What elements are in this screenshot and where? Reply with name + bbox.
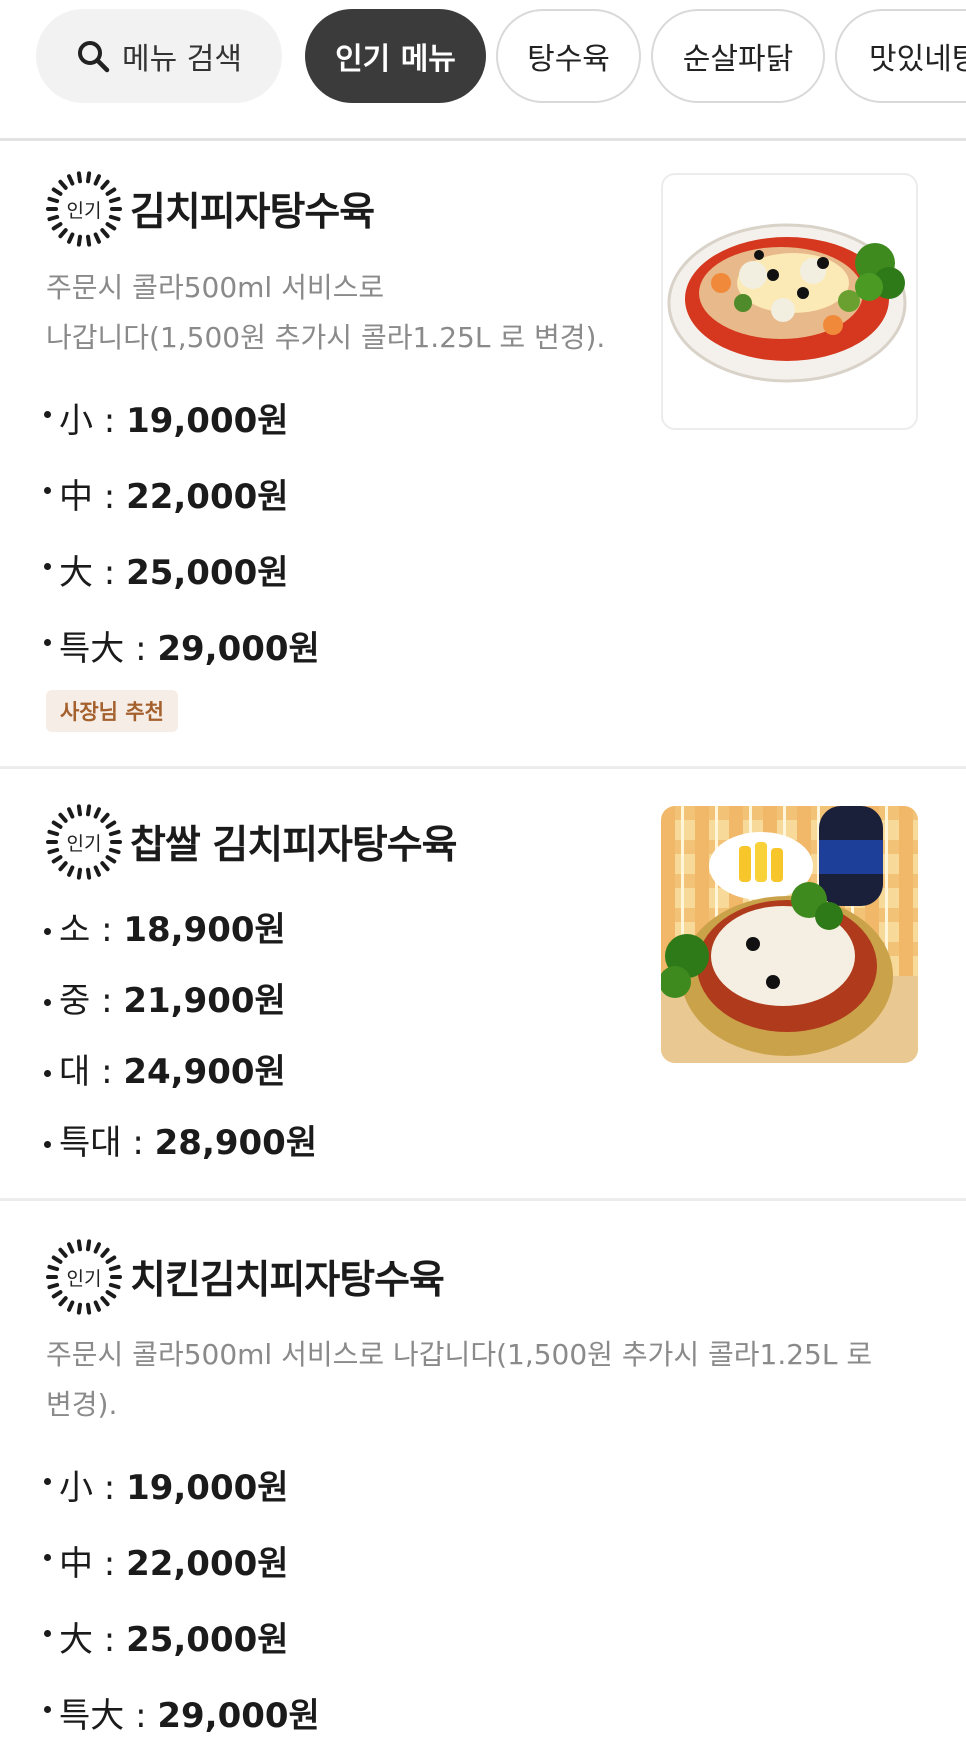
price-value: 25,000원 — [126, 1620, 289, 1660]
menu-item-title-row: 인기 김치피자탕수육 — [46, 171, 375, 247]
price-row: 小 : 19,000원 — [44, 1460, 289, 1509]
size-label: 中 : — [59, 477, 127, 517]
menu-item[interactable]: 인기 김치피자탕수육 주문시 콜라500ml 서비스로 나갑니다(1,500원 … — [0, 141, 966, 769]
size-label: 小 : — [59, 1468, 127, 1508]
menu-item-photo[interactable] — [661, 173, 918, 430]
size-label: 小 : — [59, 401, 127, 441]
price-row: 특大 : 29,000원 — [44, 1688, 320, 1737]
price-row: 大 : 25,000원 — [44, 545, 289, 594]
price-row: 中 : 22,000원 — [44, 1536, 289, 1585]
bullet-icon — [44, 1070, 51, 1077]
bullet-icon — [44, 563, 51, 570]
price-value: 22,000원 — [126, 477, 289, 517]
size-label: 大 : — [59, 553, 127, 593]
bullet-icon — [44, 1478, 51, 1485]
price-value: 28,900원 — [154, 1123, 318, 1163]
menu-item-description: 주문시 콜라500ml 서비스로 나갑니다(1,500원 추가시 콜라1.25L… — [46, 263, 605, 363]
size-label: 특대 : — [59, 1123, 155, 1163]
food-photo-icon — [667, 223, 907, 383]
price-value: 21,900원 — [123, 981, 286, 1021]
bullet-icon — [44, 928, 51, 935]
menu-search-button[interactable]: 메뉴 검색 — [36, 9, 282, 103]
size-label: 특大 : — [59, 629, 158, 669]
bullet-icon — [44, 639, 51, 646]
popular-badge: 인기 — [46, 171, 122, 247]
owner-recommend-tag: 사장님 추천 — [46, 690, 178, 732]
description-line: 변경). — [46, 1388, 118, 1421]
price-value: 22,000원 — [126, 1544, 289, 1584]
price-row: 특대 : 28,900원 — [44, 1115, 317, 1164]
price-row: 大 : 25,000원 — [44, 1612, 289, 1661]
menu-item-photo[interactable] — [661, 806, 918, 1063]
menu-item-name: 김치피자탕수육 — [130, 190, 375, 235]
description-line: 나갑니다(1,500원 추가시 콜라1.25L 로 변경). — [46, 321, 606, 354]
menu-item[interactable]: 인기 치킨김치피자탕수육 주문시 콜라500ml 서비스로 나갑니다(1,500… — [0, 1204, 966, 1757]
tab-boneless-padak[interactable]: 순살파닭 — [651, 9, 825, 103]
size-label: 大 : — [59, 1620, 127, 1660]
size-label: 대 : — [59, 1052, 124, 1092]
size-label: 中 : — [59, 1544, 127, 1584]
menu-item-title-row: 인기 치킨김치피자탕수육 — [46, 1239, 445, 1315]
price-value: 19,000원 — [126, 1468, 289, 1508]
bullet-icon — [44, 1706, 51, 1713]
popular-badge-label: 인기 — [66, 199, 102, 222]
price-row: 대 : 24,900원 — [44, 1044, 286, 1093]
price-value: 29,000원 — [157, 1696, 320, 1736]
price-value: 19,000원 — [126, 401, 289, 441]
tab-tangsuyuk[interactable]: 탕수육 — [496, 9, 641, 103]
search-icon — [78, 41, 110, 73]
price-value: 25,000원 — [126, 553, 289, 593]
bullet-icon — [44, 1630, 51, 1637]
size-label: 특大 : — [59, 1696, 158, 1736]
price-row: 중 : 21,900원 — [44, 973, 286, 1022]
price-value: 24,900원 — [123, 1052, 286, 1092]
price-row: 소 : 18,900원 — [44, 902, 286, 951]
bullet-icon — [44, 487, 51, 494]
popular-badge-label: 인기 — [66, 832, 102, 855]
price-row: 中 : 22,000원 — [44, 469, 289, 518]
menu-item[interactable]: 인기 찹쌀 김치피자탕수육 소 : 18,900원 중 : 21,900원 대 … — [0, 772, 966, 1201]
description-line: 주문시 콜라500ml 서비스로 — [46, 271, 385, 304]
price-row: 특大 : 29,000원 — [44, 621, 320, 670]
tab-popular-menu[interactable]: 인기 메뉴 — [305, 9, 486, 103]
menu-item-name: 찹쌀 김치피자탕수육 — [130, 823, 457, 868]
bullet-icon — [44, 999, 51, 1006]
tab-masinnetang[interactable]: 맛있네탕 — [835, 9, 966, 103]
size-label: 중 : — [59, 981, 124, 1021]
bullet-icon — [44, 1141, 51, 1148]
menu-item-title-row: 인기 찹쌀 김치피자탕수육 — [46, 804, 457, 880]
price-value: 18,900원 — [123, 910, 286, 950]
bullet-icon — [44, 1554, 51, 1561]
popular-badge: 인기 — [46, 1239, 122, 1315]
menu-item-description: 주문시 콜라500ml 서비스로 나갑니다(1,500원 추가시 콜라1.25L… — [46, 1330, 872, 1430]
category-bar: 메뉴 검색 인기 메뉴 탕수육 순살파닭 맛있네탕 — [0, 0, 966, 141]
description-line: 주문시 콜라500ml 서비스로 나갑니다(1,500원 추가시 콜라1.25L… — [46, 1338, 873, 1371]
food-photo-icon — [661, 806, 918, 1063]
size-label: 소 : — [59, 910, 124, 950]
price-value: 29,000원 — [157, 629, 320, 669]
menu-search-label: 메뉴 검색 — [122, 42, 242, 77]
bullet-icon — [44, 411, 51, 418]
menu-item-name: 치킨김치피자탕수육 — [130, 1258, 445, 1303]
popular-badge-label: 인기 — [66, 1267, 102, 1290]
price-row: 小 : 19,000원 — [44, 393, 289, 442]
popular-badge: 인기 — [46, 804, 122, 880]
